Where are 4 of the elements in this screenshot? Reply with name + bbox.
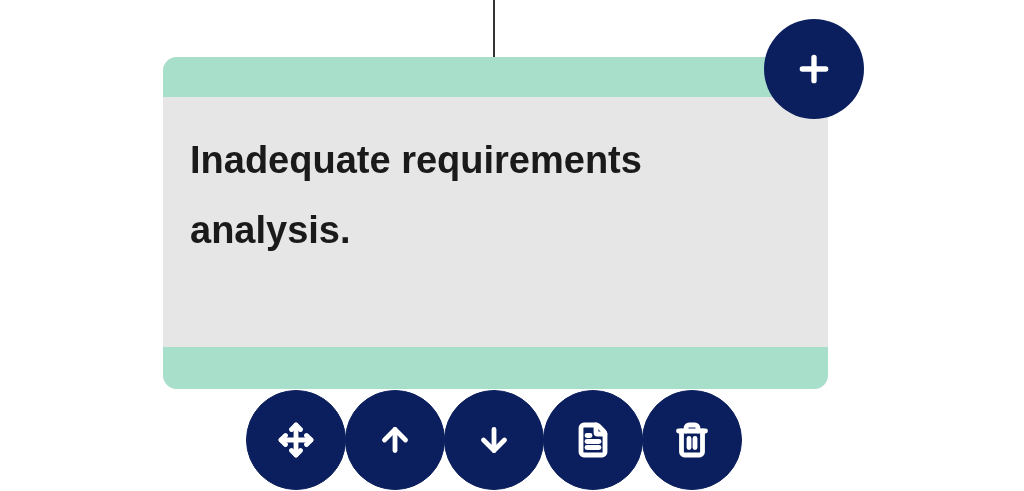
connector-line bbox=[493, 0, 495, 57]
node-text: Inadequate requirements analysis. bbox=[190, 138, 643, 253]
move-icon bbox=[278, 422, 314, 458]
trash-icon bbox=[674, 422, 710, 458]
